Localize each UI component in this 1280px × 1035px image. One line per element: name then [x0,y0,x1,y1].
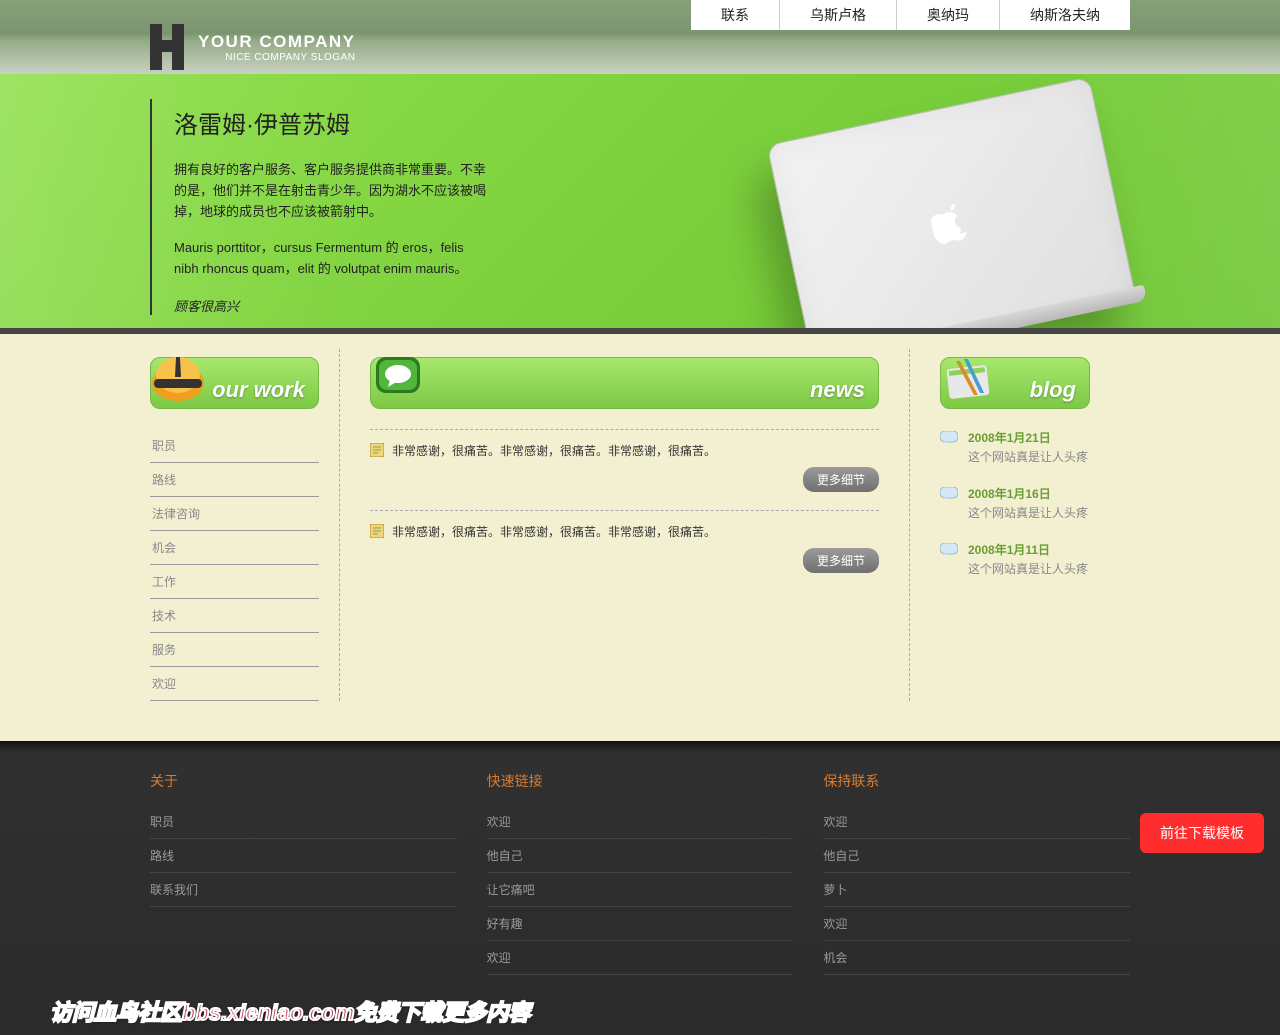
hero-signature: 顾客很高兴 [174,296,490,315]
comment-icon [940,487,958,501]
footer-quick-links: 快速链接 欢迎 他自己 让它痛吧 好有趣 欢迎 [487,771,794,975]
work-item[interactable]: 路线 [150,463,319,497]
news-text: 非常感谢，很痛苦。非常感谢，很痛苦。非常感谢，很痛苦。 [392,523,716,540]
top-nav: 联系 乌斯卢格 奥纳玛 纳斯洛夫纳 [691,0,1130,30]
comment-icon [940,431,958,445]
company-slogan: NICE COMPANY SLOGAN [198,52,355,63]
logo-icon [150,24,184,70]
footer-link[interactable]: 他自己 [487,839,794,873]
footer-link[interactable]: 好有趣 [487,907,794,941]
blog-text: 这个网站真是让人头疼 [968,448,1088,465]
our-work-tab: our work [150,349,319,409]
hero-paragraph-2: Mauris porttitor，cursus Fermentum 的 eros… [174,238,490,280]
nav-item-onama[interactable]: 奥纳玛 [897,0,1000,30]
blog-entry[interactable]: 2008年1月16日这个网站真是让人头疼 [940,485,1130,521]
blog-entry[interactable]: 2008年1月21日这个网站真是让人头疼 [940,429,1130,465]
footer-heading: 关于 [150,771,457,791]
blog-list: 2008年1月21日这个网站真是让人头疼 2008年1月16日这个网站真是让人头… [940,429,1130,577]
news-label: news [810,377,865,403]
footer-link[interactable]: 机会 [823,941,1130,975]
main-content: our work 职员 路线 法律咨询 机会 工作 技术 服务 欢迎 ne [0,334,1280,741]
footer-link[interactable]: 欢迎 [487,805,794,839]
hero-laptop-image [713,74,1186,334]
work-item[interactable]: 工作 [150,565,319,599]
nav-item-usluge[interactable]: 乌斯卢格 [780,0,897,30]
note-icon [370,524,384,538]
note-icon [370,443,384,457]
work-item[interactable]: 欢迎 [150,667,319,701]
footer-heading: 保持联系 [823,771,1130,791]
helmet-icon [148,347,208,407]
blog-text: 这个网站真是让人头疼 [968,560,1088,577]
footer-link[interactable]: 他自己 [823,839,1130,873]
footer-link[interactable]: 职员 [150,805,457,839]
footer-link[interactable]: 路线 [150,839,457,873]
work-item[interactable]: 机会 [150,531,319,565]
blog-date: 2008年1月21日 [968,429,1088,446]
footer-link[interactable]: 欢迎 [487,941,794,975]
footer: 关于 职员 路线 联系我们 快速链接 欢迎 他自己 让它痛吧 好有趣 欢迎 保持 [0,741,1280,1035]
our-work-column: our work 职员 路线 法律咨询 机会 工作 技术 服务 欢迎 [150,349,340,701]
more-details-button[interactable]: 更多细节 [803,548,879,573]
blog-date: 2008年1月16日 [968,485,1088,502]
download-template-button[interactable]: 前往下载模板 [1140,813,1264,853]
news-entry: 非常感谢，很痛苦。非常感谢，很痛苦。非常感谢，很痛苦。 更多细节 [370,429,879,492]
notebook-icon [938,347,998,407]
work-item[interactable]: 法律咨询 [150,497,319,531]
news-tab: news [370,349,879,409]
chat-bubble-icon [368,347,428,407]
footer-link[interactable]: 萝卜 [823,873,1130,907]
blog-entry[interactable]: 2008年1月11日这个网站真是让人头疼 [940,541,1130,577]
news-entry: 非常感谢，很痛苦。非常感谢，很痛苦。非常感谢，很痛苦。 更多细节 [370,510,879,573]
blog-date: 2008年1月11日 [968,541,1088,558]
hero-section: 洛雷姆·伊普苏姆 拥有良好的客户服务、客户服务提供商非常重要。不幸的是，他们并不… [0,74,1280,334]
footer-about: 关于 职员 路线 联系我们 [150,771,457,975]
nav-item-contact[interactable]: 联系 [691,0,780,30]
our-work-label: our work [212,377,305,403]
blog-label: blog [1030,377,1076,403]
news-text: 非常感谢，很痛苦。非常感谢，很痛苦。非常感谢，很痛苦。 [392,442,716,459]
footer-heading: 快速链接 [487,771,794,791]
footer-link[interactable]: 欢迎 [823,907,1130,941]
footer-link[interactable]: 欢迎 [823,805,1130,839]
hero-title: 洛雷姆·伊普苏姆 [174,99,490,140]
footer-link[interactable]: 联系我们 [150,873,457,907]
footer-stay-connected: 保持联系 欢迎 他自己 萝卜 欢迎 机会 [823,771,1130,975]
work-list: 职员 路线 法律咨询 机会 工作 技术 服务 欢迎 [150,429,319,701]
work-item[interactable]: 技术 [150,599,319,633]
work-item[interactable]: 服务 [150,633,319,667]
footer-link[interactable]: 让它痛吧 [487,873,794,907]
apple-logo-icon [927,194,976,247]
blog-text: 这个网站真是让人头疼 [968,504,1088,521]
news-column: news 非常感谢，很痛苦。非常感谢，很痛苦。非常感谢，很痛苦。 更多细节 非常… [340,349,910,701]
blog-column: blog 2008年1月21日这个网站真是让人头疼 2008年1月16日这个网站… [910,349,1130,701]
nav-item-naslovna[interactable]: 纳斯洛夫纳 [1000,0,1130,30]
hero-paragraph-1: 拥有良好的客户服务、客户服务提供商非常重要。不幸的是，他们并不是在射击青少年。因… [174,160,490,222]
work-item[interactable]: 职员 [150,429,319,463]
watermark-banner: 访问血鸟社区bbs.xieniao.com免费下载更多内容 [50,995,530,1027]
comment-icon [940,543,958,557]
company-name: YOUR COMPANY [198,32,355,52]
header-bar: 联系 乌斯卢格 奥纳玛 纳斯洛夫纳 YOUR COMPANY NICE COMP… [0,0,1280,74]
blog-tab: blog [940,349,1090,409]
more-details-button[interactable]: 更多细节 [803,467,879,492]
